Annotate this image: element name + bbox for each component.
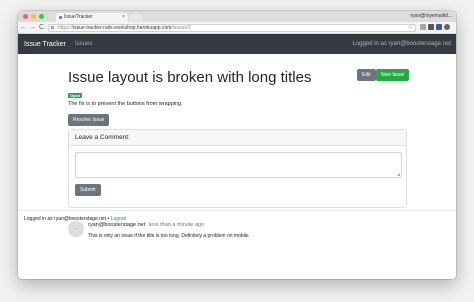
avatar: ··· <box>68 221 84 237</box>
new-issue-button[interactable]: New Issue <box>376 69 410 81</box>
url-host: issue-tracker-rails-workshop.herokuapp.c… <box>73 25 172 31</box>
url-path: /issues/2 <box>171 25 192 31</box>
comment-meta: ryan@boosterstage.net less than a minute… <box>88 222 204 228</box>
menu-icon[interactable] <box>444 24 450 30</box>
navbar-logged-in-text: Logged in as ryan@boosterstage.net <box>352 41 452 47</box>
comment-form-card: Leave a Comment: Submit <box>68 129 407 208</box>
navbar-brand[interactable]: Issue Tracker <box>24 41 66 48</box>
issue-description: The fix is to prevent the buttons from w… <box>68 101 183 107</box>
comment-textarea[interactable] <box>75 152 402 178</box>
url-scheme: https:// <box>58 25 74 31</box>
bookmark-star-icon[interactable]: ☆ <box>408 25 413 31</box>
browser-window: IssueTracker × ryan@myemailid... ← → C h… <box>18 11 456 279</box>
forward-arrow-icon[interactable]: → <box>29 23 36 33</box>
close-window-icon[interactable] <box>23 14 28 19</box>
comment-timestamp: less than a minute ago <box>148 222 205 228</box>
resolve-issue-button[interactable]: Resolve Issue <box>68 114 110 126</box>
minimize-window-icon[interactable] <box>31 14 36 19</box>
browser-tab[interactable]: IssueTracker × <box>56 13 128 22</box>
nav-link-issues[interactable]: Issues <box>75 41 92 47</box>
browser-toolbar: ← → C https://issue-tracker-rails-worksh… <box>18 22 456 34</box>
edit-button[interactable]: Edit <box>357 69 376 81</box>
avatar-placeholder-icon: ··· <box>73 226 79 232</box>
footer-divider <box>18 210 456 211</box>
address-bar[interactable]: https://issue-tracker-rails-workshop.her… <box>48 24 416 32</box>
comment-author: ryan@boosterstage.net <box>88 222 146 228</box>
back-arrow-icon[interactable]: ← <box>20 23 27 33</box>
comment-form-header: Leave a Comment: <box>69 130 406 146</box>
tab-title: IssueTracker <box>64 14 93 20</box>
comment-body: This is only an issue if the title is to… <box>88 233 251 239</box>
reload-icon[interactable]: C <box>38 23 45 33</box>
page-footer: Logged in as ryan@boosterstage.net • Log… <box>24 216 126 222</box>
resize-handle-icon[interactable] <box>397 173 400 176</box>
app-navbar: Issue Tracker Issues Logged in as ryan@b… <box>18 34 456 54</box>
extension-icon[interactable] <box>436 24 442 30</box>
extension-icon[interactable] <box>420 24 426 30</box>
new-tab-button[interactable] <box>130 14 142 21</box>
tab-close-icon[interactable]: × <box>122 13 125 22</box>
favicon-icon <box>59 16 62 19</box>
maximize-window-icon[interactable] <box>39 14 44 19</box>
logout-link[interactable]: Logout <box>111 216 126 222</box>
submit-button[interactable]: Submit <box>75 184 101 196</box>
lock-icon <box>51 26 54 29</box>
browser-tabbar: IssueTracker × ryan@myemailid... <box>18 11 456 22</box>
extension-icon[interactable] <box>428 24 434 30</box>
window-controls <box>23 14 44 19</box>
footer-logged-in-text: Logged in as ryan@boosterstage.net • <box>24 216 110 222</box>
status-badge: Open <box>68 93 83 98</box>
browser-profile-label[interactable]: ryan@myemailid... <box>411 12 452 21</box>
page-title: Issue layout is broken with long titles <box>68 69 312 86</box>
